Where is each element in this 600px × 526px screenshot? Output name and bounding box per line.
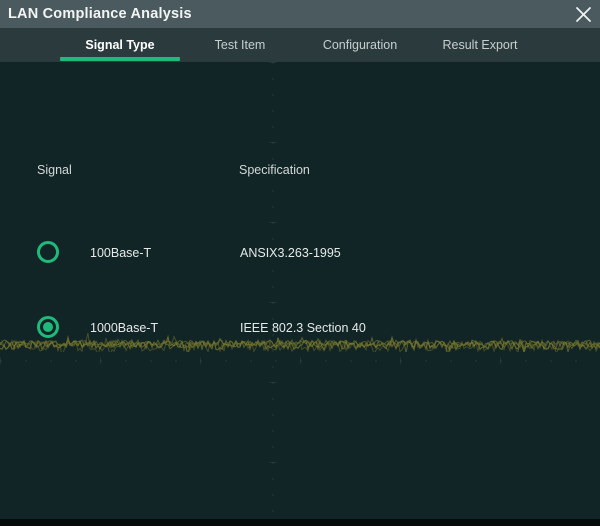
tab-signal-type[interactable]: Signal Type (60, 28, 180, 62)
signal-row-1000base-t[interactable]: 1000Base-T IEEE 802.3 Section 40 (0, 305, 600, 349)
tab-configuration[interactable]: Configuration (300, 28, 420, 62)
tab-test-item[interactable]: Test Item (180, 28, 300, 62)
tab-configuration-label: Configuration (323, 38, 397, 52)
radio-dot (43, 322, 53, 332)
signal-label: 1000Base-T (90, 321, 158, 335)
graticule-grid (0, 62, 600, 519)
column-header-signal: Signal (37, 163, 72, 177)
close-icon (575, 6, 592, 23)
radio-1000base-t[interactable] (37, 316, 59, 338)
specification-value: ANSIX3.263-1995 (240, 246, 341, 260)
dialog-title: LAN Compliance Analysis (8, 6, 192, 22)
bottom-strip (0, 519, 600, 526)
tab-test-item-label: Test Item (215, 38, 266, 52)
tab-bar: Signal Type Test Item Configuration Resu… (0, 28, 600, 62)
tab-result-export-label: Result Export (442, 38, 517, 52)
dialog-titlebar: LAN Compliance Analysis (0, 0, 600, 28)
signal-label: 100Base-T (90, 246, 151, 260)
tab-signal-type-label: Signal Type (85, 38, 154, 52)
content-area: Signal Specification 100Base-T ANSIX3.26… (0, 62, 600, 519)
signal-row-100base-t[interactable]: 100Base-T ANSIX3.263-1995 (0, 230, 600, 274)
active-tab-underline (60, 57, 180, 61)
radio-100base-t[interactable] (37, 241, 59, 263)
close-button[interactable] (570, 2, 596, 26)
tab-result-export[interactable]: Result Export (420, 28, 540, 62)
specification-value: IEEE 802.3 Section 40 (240, 321, 366, 335)
column-header-specification: Specification (239, 163, 310, 177)
